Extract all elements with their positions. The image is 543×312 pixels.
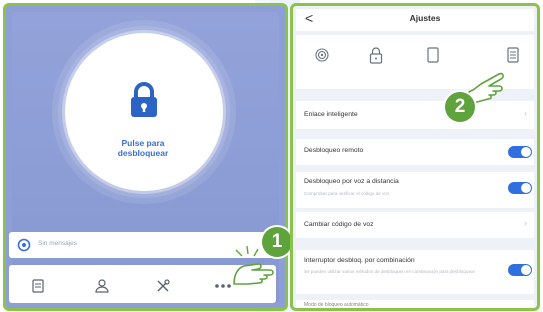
setting-title: Desbloqueo por voz a distancia bbox=[304, 178, 399, 185]
step-badge-1: 1 bbox=[262, 227, 292, 257]
setting-subtitle: Se pueden utilizar varios métodos de des… bbox=[304, 269, 476, 274]
chevron-right-icon: › bbox=[524, 108, 527, 118]
setting-title: Modo de bloqueo automático bbox=[304, 302, 369, 308]
records-list-icon[interactable] bbox=[505, 46, 521, 64]
setting-title: Interruptor desbloq. por combinación bbox=[304, 257, 415, 264]
user-icon[interactable] bbox=[94, 278, 110, 294]
setting-subtitle: Comprobar para verificar el código de vo… bbox=[304, 191, 390, 196]
fingerprint-icon[interactable] bbox=[314, 46, 330, 64]
remote-unlock-toggle[interactable] bbox=[508, 146, 532, 158]
unlock-label: Pulse para desbloquear bbox=[117, 138, 169, 158]
step-badge-2: 2 bbox=[445, 92, 475, 122]
card-icon[interactable] bbox=[425, 46, 441, 64]
voice-unlock-toggle[interactable] bbox=[508, 182, 532, 194]
lock-icon bbox=[131, 82, 157, 117]
tools-icon[interactable] bbox=[155, 278, 171, 294]
chevron-right-icon: › bbox=[524, 218, 527, 228]
message-text: Sin mensajes bbox=[38, 240, 78, 247]
page-title: Ajustes bbox=[409, 13, 441, 23]
setting-title: Desbloqueo remoto bbox=[304, 147, 364, 154]
setting-title: Enlace inteligente bbox=[304, 111, 358, 118]
message-status-icon bbox=[17, 238, 31, 252]
toggle-knob bbox=[521, 183, 531, 193]
combo-unlock-toggle[interactable] bbox=[508, 264, 532, 276]
back-button[interactable]: < bbox=[305, 10, 313, 26]
records-icon[interactable] bbox=[30, 278, 46, 294]
setting-title: Cambiar código de voz bbox=[304, 221, 374, 228]
toggle-knob bbox=[521, 147, 531, 157]
password-lock-icon[interactable] bbox=[368, 46, 384, 64]
toggle-knob bbox=[521, 265, 531, 275]
